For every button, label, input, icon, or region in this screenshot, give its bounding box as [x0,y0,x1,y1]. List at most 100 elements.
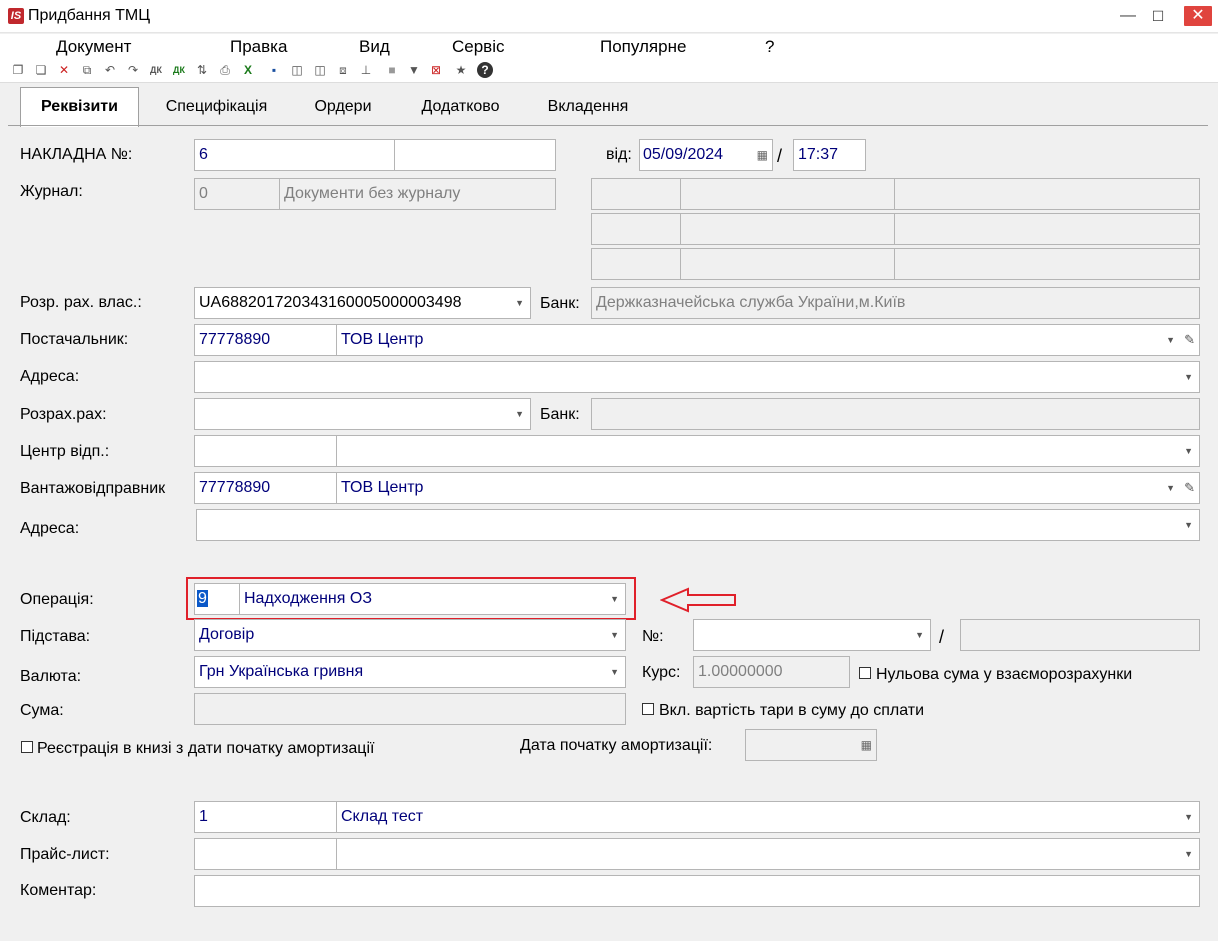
journal-code-input: 0 [194,178,280,210]
duplicate-icon[interactable]: ⧉ [79,62,95,78]
menu-popular[interactable]: Популярне [600,37,686,57]
chevron-down-icon[interactable]: ▼ [610,620,619,650]
grid-cell [680,248,895,280]
center-code-input[interactable] [194,435,337,467]
redo-icon[interactable]: ↷ [125,62,141,78]
window-title: Придбання ТМЦ [28,7,151,24]
operation-name-value: Надходження ОЗ [244,590,372,607]
number-label: №: [642,628,664,645]
sum-label: Сума: [20,702,64,719]
excel-icon[interactable]: X [240,62,256,78]
chevron-down-icon[interactable]: ▼ [1184,839,1193,869]
book2-icon[interactable]: ◫ [312,62,328,78]
clear-filter-icon[interactable]: ⊠ [428,62,444,78]
calc-account-select[interactable]: ▼ [194,398,531,430]
chevron-down-icon[interactable]: ▼ [1184,510,1193,540]
save-icon[interactable]: ▪ [266,62,282,78]
menu-edit[interactable]: Правка [230,37,287,57]
pencil-icon[interactable]: ✎ [1184,473,1195,503]
print-icon[interactable]: ⎙ [217,62,233,78]
shipper-label: Вантажовідправник [20,480,166,497]
time-input[interactable]: 17:37 [793,139,866,171]
warehouse-code-input[interactable]: 1 [194,801,337,833]
register-checkbox[interactable] [21,741,33,753]
chevron-down-icon[interactable]: ▼ [1184,362,1193,392]
link-icon[interactable]: ⧈ [335,62,351,78]
maximize-button[interactable]: ☐ [1144,6,1172,26]
menu-document[interactable]: Документ [56,37,131,57]
warehouse-name-select[interactable]: Склад тест ▼ [336,801,1200,833]
date-slash: / [777,146,783,166]
help-icon[interactable]: ? [477,62,493,78]
paste-icon[interactable]: ❏ [33,62,49,78]
pricelist-code-input[interactable] [194,838,337,870]
delete-icon[interactable]: ✕ [56,62,72,78]
operation-name-select[interactable]: Надходження ОЗ ▼ [239,583,626,615]
chevron-down-icon[interactable]: ▼ [610,584,619,614]
chevron-down-icon[interactable]: ▼ [1166,473,1175,503]
address2-select[interactable]: ▼ [196,509,1200,541]
chevron-down-icon[interactable]: ▼ [1184,802,1193,832]
grid-cell [680,213,895,245]
chevron-down-icon[interactable]: ▼ [915,620,924,650]
tara-label: Вкл. вартість тари в суму до сплати [659,702,925,719]
dk-icon[interactable]: ДК [148,62,164,78]
star-icon[interactable]: ★ [453,62,469,78]
warehouse-label: Склад: [20,809,71,826]
calc-account-label: Розрах.рах: [20,406,107,423]
nakladna-number-input[interactable]: 6 [194,139,395,171]
address-select[interactable]: ▼ [194,361,1200,393]
amort-date-input: ▦ [745,729,877,761]
chevron-down-icon[interactable]: ▼ [515,288,524,318]
book-icon[interactable]: ◫ [289,62,305,78]
basis-select[interactable]: Договір ▼ [194,619,626,651]
tab-specification[interactable]: Специфікація [148,90,285,126]
minimize-button[interactable]: — [1114,6,1142,26]
tara-checkbox[interactable] [642,703,654,715]
tab-attachments[interactable]: Вкладення [538,90,638,126]
comment-input[interactable] [194,875,1200,907]
gray-icon[interactable]: ■ [384,62,400,78]
operation-code-value: 9 [197,590,208,607]
operation-code-input[interactable]: 9 [194,583,240,615]
chevron-down-icon[interactable]: ▼ [1166,325,1175,355]
supplier-name-select[interactable]: ТОВ Центр ▼ ✎ [336,324,1200,356]
center-name-select[interactable]: ▼ [336,435,1200,467]
zero-sum-checkbox[interactable] [859,667,871,679]
number-select[interactable]: ▼ [693,619,931,651]
menu-help[interactable]: ? [765,37,774,57]
tab-requisites[interactable]: Реквізити [20,87,139,127]
currency-label: Валюта: [20,668,82,685]
journal-label: Журнал: [20,183,83,200]
pencil-icon[interactable]: ✎ [1184,325,1195,355]
undo-icon[interactable]: ↶ [102,62,118,78]
nakladna-extra-input[interactable] [394,139,556,171]
tab-orders[interactable]: Ордери [298,90,388,126]
shipper-code-input[interactable]: 77778890 [194,472,337,504]
chevron-down-icon[interactable]: ▼ [515,399,524,429]
shipper-name-select[interactable]: ТОВ Центр ▼ ✎ [336,472,1200,504]
filter-icon[interactable]: ▼ [406,62,422,78]
shipper-name-value: ТОВ Центр [341,479,424,496]
red-arrow-icon [660,587,736,613]
chevron-down-icon[interactable]: ▼ [1184,436,1193,466]
pricelist-name-select[interactable]: ▼ [336,838,1200,870]
menu-service[interactable]: Сервіс [452,37,505,57]
account-select[interactable]: UA688201720343160005000003498 ▼ [194,287,531,319]
supplier-code-input[interactable]: 77778890 [194,324,337,356]
rate-label: Курс: [642,664,681,681]
copy-icon[interactable]: ❐ [10,62,26,78]
calendar-icon[interactable]: ▦ [757,140,768,170]
currency-select[interactable]: Грн Українська гривня ▼ [194,656,626,688]
date-input[interactable]: 05/09/2024 ▦ [639,139,773,171]
close-button[interactable]: ✕ [1184,6,1212,26]
tab-additional[interactable]: Додатково [403,90,518,126]
dk2-icon[interactable]: ДК [171,62,187,78]
compare-icon[interactable]: ⇅ [194,62,210,78]
supplier-name-value: ТОВ Центр [341,331,424,348]
bank-input: Держказначейська служба України,м.Київ [591,287,1200,319]
tree-icon[interactable]: ⊥ [358,62,374,78]
chevron-down-icon[interactable]: ▼ [610,657,619,687]
sum-input [194,693,626,725]
menu-view[interactable]: Вид [359,37,390,57]
